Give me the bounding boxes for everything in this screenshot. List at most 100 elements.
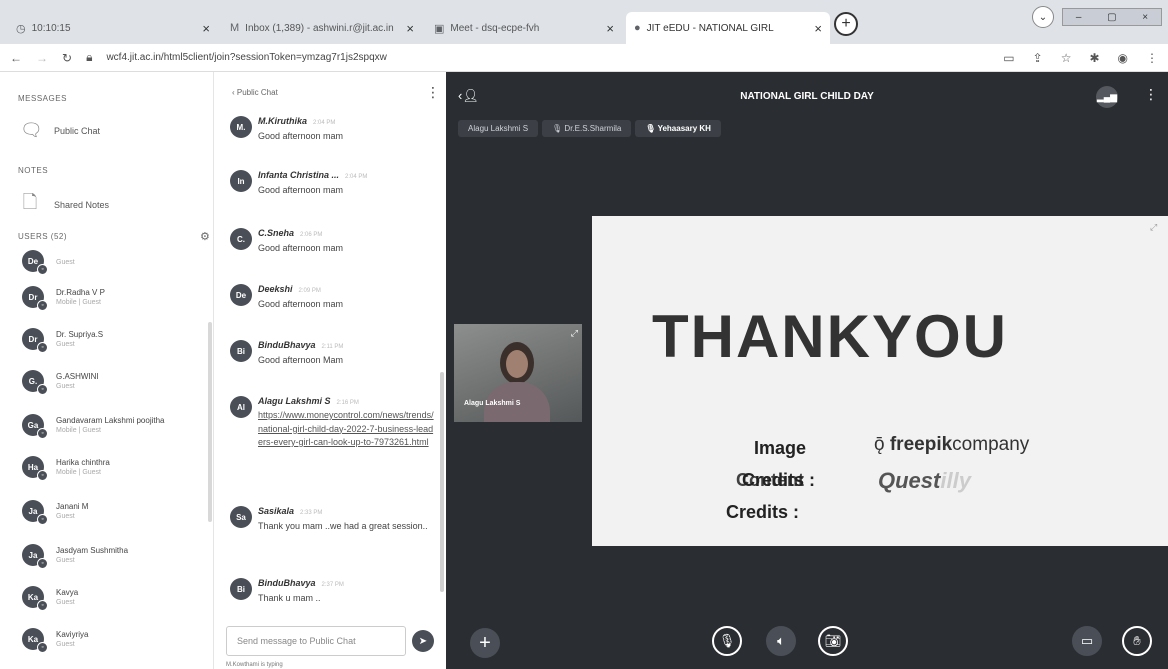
minimize-icon[interactable]: –	[1076, 12, 1082, 23]
tab-bbb[interactable]: ● JIT eEDU - NATIONAL GIRL ×	[626, 12, 830, 44]
chat-message: Al Alagu Lakshmi S 2:16 PM https://www.mo…	[230, 396, 434, 450]
user-item[interactable]: Dr ◦ Dr. Supriya.S Guest	[22, 328, 103, 353]
connection-status-icon[interactable]: ▂▄▆	[1096, 86, 1118, 108]
window-buttons[interactable]: – ▢ ×	[1062, 8, 1162, 26]
close-icon[interactable]: ×	[814, 21, 822, 36]
avatar: De	[230, 284, 252, 306]
notes-title: NOTES	[18, 166, 49, 175]
avatar: Ja ◦	[22, 544, 48, 569]
avatar: M.	[230, 116, 252, 138]
chat-scrollbar[interactable]	[440, 372, 444, 592]
chat-message: Sa Sasikala 2:33 PM Thank you mam ..we ha…	[230, 506, 434, 533]
presentation-icon: ▭	[1080, 633, 1094, 648]
talker-item[interactable]: 🎙︎ Dr.E.S.Sharmila	[542, 120, 632, 137]
url-field[interactable]: wcf4.jit.ac.in/html5client/join?sessionT…	[106, 52, 386, 63]
tab-meet[interactable]: ▣ Meet - dsq-ecpe-fvh ×	[426, 12, 622, 44]
share-icon[interactable]: ⇪	[1033, 51, 1043, 65]
guest-icon: ◦	[37, 600, 48, 611]
actions-plus-button[interactable]: +	[470, 628, 500, 658]
user-item[interactable]: De ◦ Guest	[22, 250, 75, 275]
avatar: C.	[230, 228, 252, 250]
star-icon[interactable]: ☆	[1061, 51, 1072, 65]
fullscreen-icon[interactable]: ⤢	[571, 328, 578, 339]
close-window-icon[interactable]: ×	[1142, 12, 1148, 23]
chat-icon: 🗨︎	[20, 120, 43, 140]
user-item[interactable]: Ja ◦ Janani M Guest	[22, 500, 88, 525]
meet-icon: ▣	[434, 22, 445, 35]
mute-microphone-button[interactable]: 🎙︎	[712, 626, 742, 656]
image-label: Image	[754, 438, 807, 458]
avatar: Sa	[230, 506, 252, 528]
gear-icon[interactable]: ⚙	[200, 230, 210, 243]
guest-icon: ◦	[37, 558, 48, 569]
users-scrollbar[interactable]	[208, 322, 212, 522]
chevron-down-icon[interactable]: ⌄	[1032, 6, 1054, 28]
chat-message-input[interactable]: Send message to Public Chat	[226, 626, 406, 656]
avatar: Dr ◦	[22, 286, 48, 311]
user-item[interactable]: Ga ◦ Gandavaram Lakshmi poojitha Mobile | …	[22, 414, 165, 439]
share-webcam-button[interactable]: 📷︎	[818, 626, 848, 656]
avatar: Al	[230, 396, 252, 418]
avatar: Ka ◦	[22, 628, 48, 653]
messages-title: MESSAGES	[18, 94, 67, 103]
user-item[interactable]: Ka ◦ Kaviyriya Guest	[22, 628, 88, 653]
user-item[interactable]: Ja ◦ Jasdyam Sushmitha Guest	[22, 544, 128, 569]
meeting-title: NATIONAL GIRL CHILD DAY	[740, 91, 874, 102]
public-chat-item[interactable]: 🗨︎ Public Chat	[20, 120, 100, 141]
window-controls: ⌄ – ▢ ×	[1032, 6, 1162, 28]
avatar: Ha ◦	[22, 456, 48, 481]
send-icon[interactable]: ➤	[412, 630, 434, 652]
close-icon[interactable]: ×	[406, 21, 414, 36]
chat-panel: ‹ Public Chat ⋮ M. M.Kiruthika 2:04 PM Go…	[214, 72, 446, 669]
chat-message: In Infanta Christina ... 2:04 PM Good aft…	[230, 170, 434, 197]
users-panel: MESSAGES 🗨︎ Public Chat NOTES 🗋︎ Shared …	[0, 72, 214, 669]
presentation-slide: ⤢ THANKYOU Image Content Credits : Credi…	[592, 216, 1168, 546]
content-credits-label: Credits :	[726, 502, 800, 522]
new-tab-button[interactable]: +	[834, 12, 858, 36]
avatar: Bi	[230, 578, 252, 600]
chat-message: Bi BinduBhavya 2:37 PM Thank u mam ..	[230, 578, 434, 605]
tab-timer[interactable]: ◷ 10:10:15 ×	[8, 12, 218, 44]
lock-icon: 🔒︎	[86, 50, 93, 64]
user-item[interactable]: Ka ◦ Kavya Guest	[22, 586, 78, 611]
close-icon[interactable]: ×	[606, 21, 614, 36]
user-item[interactable]: G. ◦ G.ASHWINI Guest	[22, 370, 99, 395]
reload-icon[interactable]: ↻	[62, 51, 72, 65]
options-menu-icon[interactable]: ⋮	[1144, 86, 1158, 103]
avatar: Ja ◦	[22, 500, 48, 525]
avatar: G. ◦	[22, 370, 48, 395]
chat-menu-icon[interactable]: ⋮	[426, 84, 440, 101]
menu-icon[interactable]: ⋮	[1146, 51, 1158, 65]
avatar: Bi	[230, 340, 252, 362]
bbb-icon: ●	[634, 22, 641, 34]
tab-gmail[interactable]: M Inbox (1,389) - ashwini.r@jit.ac.in ×	[222, 12, 422, 44]
back-icon[interactable]: ←	[10, 51, 22, 65]
audio-button[interactable]: 🔈︎	[766, 626, 796, 656]
webcam-name-label: Alagu Lakshmi S	[464, 400, 521, 407]
presentation-toggle-button[interactable]: ▭	[1072, 626, 1102, 656]
talker-item[interactable]: 🎙︎ Yehaasary KH	[635, 120, 721, 137]
close-icon[interactable]: ×	[202, 21, 210, 36]
presentation-stage: ‹👤︎ NATIONAL GIRL CHILD DAY ▂▄▆ ⋮ Alagu …	[446, 72, 1168, 669]
guest-icon: ◦	[37, 384, 48, 395]
user-item[interactable]: Ha ◦ Harika chinthra Mobile | Guest	[22, 456, 110, 481]
questilly-logo: Questilly	[878, 468, 971, 493]
raise-hand-button[interactable]: ✋︎	[1122, 626, 1152, 656]
user-item[interactable]: Dr ◦ Dr.Radha V P Mobile | Guest	[22, 286, 105, 311]
users-title: USERS (52)	[18, 232, 68, 241]
forward-icon[interactable]: →	[36, 51, 48, 65]
cast-icon[interactable]: ▭	[1003, 51, 1014, 65]
fullscreen-icon[interactable]: ⤢	[1150, 222, 1157, 233]
webcam-video[interactable]: Alagu Lakshmi S ⤢	[454, 324, 582, 422]
talker-item[interactable]: Alagu Lakshmi S	[458, 120, 539, 137]
chat-message: Bi BinduBhavya 2:11 PM Good afternoon Mam	[230, 340, 434, 367]
profile-icon[interactable]: ◉	[1118, 51, 1128, 65]
freepik-logo: ǭ freepikcompany	[874, 434, 1030, 455]
gmail-icon: M	[230, 22, 240, 34]
extensions-icon[interactable]: ✱	[1089, 51, 1099, 65]
shared-notes-item[interactable]: 🗋︎ Shared Notes	[20, 190, 109, 220]
address-bar: ← → ↻ 🔒︎ wcf4.jit.ac.in/html5client/join…	[0, 44, 1168, 72]
chat-link[interactable]: https://www.moneycontrol.com/news/trends…	[258, 409, 434, 450]
maximize-icon[interactable]: ▢	[1107, 12, 1116, 23]
chat-back-link[interactable]: ‹ Public Chat	[232, 88, 278, 97]
